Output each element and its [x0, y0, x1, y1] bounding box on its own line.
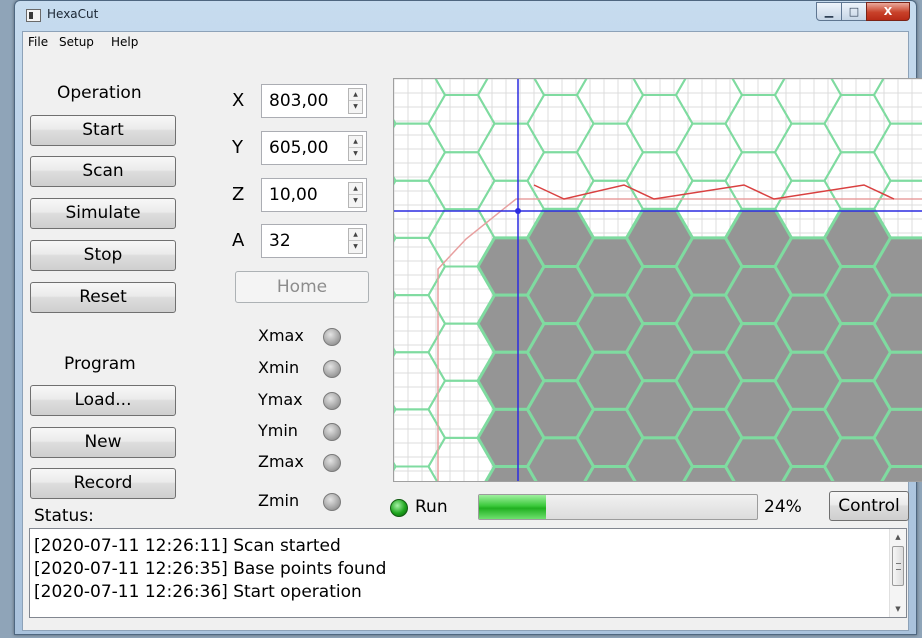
reset-button[interactable]: Reset [30, 282, 176, 313]
limit-label-zmax: Zmax [258, 452, 304, 471]
a-spin-down-icon[interactable]: ▼ [349, 241, 362, 253]
hex-cell [674, 79, 744, 125]
scan-button[interactable]: Scan [30, 156, 176, 187]
x-spin-down-icon[interactable]: ▼ [349, 101, 362, 113]
run-label: Run [415, 497, 448, 517]
record-button[interactable]: Record [30, 468, 176, 499]
maximize-button[interactable]: □ [841, 2, 867, 21]
hex-cell [526, 151, 595, 211]
limit-label-zmin: Zmin [258, 491, 300, 510]
app-window: HexaCut ▁ □ X File Setup Help Operation … [14, 0, 922, 635]
log-line: [2020-07-11 12:26:36] Start operation [34, 582, 362, 602]
status-log[interactable]: [2020-07-11 12:26:11] Scan started [2020… [29, 528, 907, 618]
y-spinbox[interactable]: 605,00 ▲ ▼ [261, 131, 367, 165]
load-button[interactable]: Load... [30, 385, 176, 416]
limit-label-xmin: Xmin [258, 358, 300, 377]
new-button[interactable]: New [30, 427, 176, 458]
stop-button[interactable]: Stop [30, 240, 176, 271]
menu-bar: File Setup Help [23, 32, 908, 53]
z-value: 10,00 [269, 185, 318, 205]
hex-cell [427, 151, 496, 211]
client-area: File Setup Help Operation Start Scan Sim… [22, 31, 922, 631]
minimize-button[interactable]: ▁ [816, 2, 842, 21]
work-view[interactable] [393, 78, 922, 482]
x-axis-label: X [232, 90, 245, 111]
z-spinbox[interactable]: 10,00 ▲ ▼ [261, 178, 367, 212]
xmax-led-icon [323, 328, 341, 346]
hex-cell [427, 94, 496, 154]
scroll-up-icon[interactable]: ▲ [890, 529, 906, 545]
app-icon [26, 9, 41, 22]
crosshair-center [515, 208, 521, 214]
a-axis-label: A [232, 230, 245, 251]
hex-cell [773, 79, 843, 125]
progress-fill [479, 495, 546, 519]
y-spin-down-icon[interactable]: ▼ [349, 148, 362, 160]
hex-cell [575, 122, 645, 182]
home-button[interactable]: Home [235, 271, 369, 303]
hex-cell [394, 79, 447, 125]
hex-cell [823, 94, 892, 154]
x-spin-up-icon[interactable]: ▲ [349, 89, 362, 101]
operation-title: Operation [57, 83, 142, 103]
z-spin-down-icon[interactable]: ▼ [349, 195, 362, 207]
hex-cell [773, 122, 843, 182]
x-value: 803,00 [269, 91, 329, 111]
hex-cell [674, 122, 744, 182]
x-spinbox[interactable]: 803,00 ▲ ▼ [261, 84, 367, 118]
status-label: Status: [34, 506, 94, 526]
progress-bar [478, 494, 758, 520]
limit-label-ymax: Ymax [258, 390, 303, 409]
zmin-led-icon [323, 493, 341, 511]
log-line: [2020-07-11 12:26:11] Scan started [34, 536, 341, 556]
log-scrollbar[interactable]: ▲ ▼ [889, 529, 906, 617]
program-title: Program [64, 354, 136, 374]
y-value: 605,00 [269, 138, 329, 158]
log-line: [2020-07-11 12:26:35] Base points found [34, 559, 387, 579]
limit-label-xmax: Xmax [258, 326, 304, 345]
y-spin-up-icon[interactable]: ▲ [349, 136, 362, 148]
hex-cell [526, 94, 595, 154]
ymax-led-icon [323, 392, 341, 410]
work-view-svg [394, 79, 922, 481]
progress-percent: 24% [764, 497, 802, 517]
run-led-icon [390, 499, 408, 517]
scroll-down-icon[interactable]: ▼ [890, 601, 906, 617]
window-title: HexaCut [47, 7, 99, 21]
menu-help[interactable]: Help [111, 35, 138, 49]
menu-file[interactable]: File [28, 35, 48, 49]
menu-setup[interactable]: Setup [59, 35, 94, 49]
control-button[interactable]: Control [829, 491, 909, 521]
start-button[interactable]: Start [30, 115, 176, 146]
scroll-thumb[interactable] [892, 546, 904, 586]
limit-label-ymin: Ymin [258, 421, 298, 440]
simulate-button[interactable]: Simulate [30, 198, 176, 229]
hex-cell [823, 151, 892, 211]
z-axis-label: Z [232, 184, 245, 205]
close-button[interactable]: X [866, 2, 910, 21]
a-value: 32 [269, 231, 291, 251]
hex-cell [394, 179, 447, 239]
a-spinbox[interactable]: 32 ▲ ▼ [261, 224, 367, 258]
ymin-led-icon [323, 423, 341, 441]
y-axis-label: Y [232, 137, 243, 158]
zmax-led-icon [323, 454, 341, 472]
xmin-led-icon [323, 360, 341, 378]
hex-cell [575, 79, 645, 125]
hex-cell [394, 122, 447, 182]
z-spin-up-icon[interactable]: ▲ [349, 183, 362, 195]
a-spin-up-icon[interactable]: ▲ [349, 229, 362, 241]
title-bar[interactable]: HexaCut ▁ □ X [15, 1, 916, 31]
